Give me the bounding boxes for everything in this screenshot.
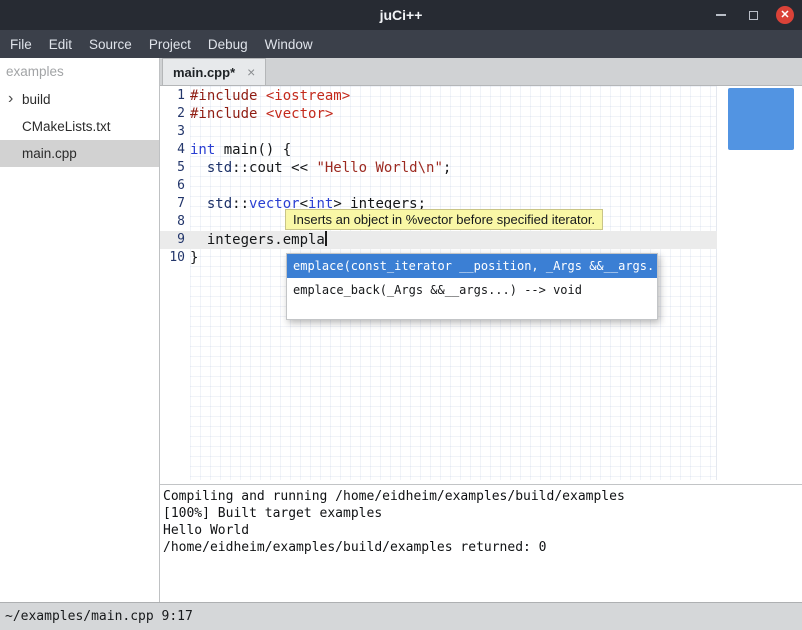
sidebar-item-build[interactable]: › build xyxy=(0,86,159,113)
code-segment: ; xyxy=(443,160,451,176)
output-line: Compiling and running /home/eidheim/exam… xyxy=(163,488,802,505)
tab-close-icon[interactable]: × xyxy=(247,64,255,80)
line-code: #include <vector> xyxy=(185,105,333,123)
menu-item-edit[interactable]: Edit xyxy=(49,37,72,52)
maximize-icon xyxy=(749,11,758,20)
menu-item-file[interactable]: File xyxy=(10,37,32,52)
file-tree: › build CMakeLists.txt main.cpp xyxy=(0,86,159,167)
code-segment xyxy=(190,160,207,176)
doc-tooltip: Inserts an object in %vector before spec… xyxy=(285,209,603,230)
line-number: 5 xyxy=(160,159,185,177)
menu-item-source[interactable]: Source xyxy=(89,37,132,52)
close-icon: ✕ xyxy=(780,7,789,24)
minimize-button[interactable] xyxy=(712,6,730,24)
code-segment: integers.empla xyxy=(190,232,325,248)
output-line: /home/eidheim/examples/build/examples re… xyxy=(163,539,802,556)
line-number: 4 xyxy=(160,141,185,159)
code-segment: ::cout << xyxy=(232,160,316,176)
line-number: 3 xyxy=(160,123,185,141)
code-segment xyxy=(257,106,265,122)
output-panel: Compiling and running /home/eidheim/exam… xyxy=(160,484,802,602)
app-window: juCi++ ✕ File Edit Source Project Debug Windo… xyxy=(0,0,802,630)
title-bar: juCi++ ✕ xyxy=(0,0,802,30)
line-code: integers.empla xyxy=(185,231,327,249)
line-code: #include <iostream> xyxy=(185,87,350,105)
window-title: juCi++ xyxy=(380,7,423,23)
autocomplete-popup: emplace(const_iterator __position, _Args… xyxy=(286,253,658,320)
line-code: } xyxy=(185,249,198,267)
code-segment: main() { xyxy=(215,142,291,158)
line-number: 1 xyxy=(160,87,185,105)
content-area: main.cpp*× 1#include <iostream>2#include… xyxy=(160,58,802,602)
line-number: 6 xyxy=(160,177,185,195)
sidebar-header: examples xyxy=(0,58,159,86)
line-code: std::cout << "Hello World\n"; xyxy=(185,159,451,177)
maximize-button[interactable] xyxy=(744,6,762,24)
line-code: int main() { xyxy=(185,141,291,159)
line-code xyxy=(185,213,190,231)
code-segment: std xyxy=(207,196,232,212)
tab-bar: main.cpp* × xyxy=(160,58,802,86)
editor-line-5[interactable]: 5 std::cout << "Hello World\n"; xyxy=(160,159,717,177)
close-button[interactable]: ✕ xyxy=(776,6,794,24)
menu-bar: File Edit Source Project Debug Window xyxy=(0,30,802,58)
editor-line-6[interactable]: 6 xyxy=(160,177,717,195)
code-segment: #include xyxy=(190,106,257,122)
file-label: CMakeLists.txt xyxy=(22,119,111,134)
autocomplete-item-1[interactable]: emplace_back(_Args &&__args...) --> void xyxy=(287,278,657,302)
editor-line-9[interactable]: 9 integers.empla xyxy=(160,231,717,249)
code-editor[interactable]: 1#include <iostream>2#include <vector>34… xyxy=(160,86,802,484)
file-explorer-sidebar: examples › build CMakeLists.txt main.cpp xyxy=(0,58,160,602)
main-area: examples › build CMakeLists.txt main.cpp ma… xyxy=(0,58,802,602)
code-segment xyxy=(190,196,207,212)
code-segment: } xyxy=(190,250,198,266)
status-text: ~/examples/main.cpp 9:17 xyxy=(5,609,193,624)
file-label: main.cpp xyxy=(22,146,77,161)
window-controls: ✕ xyxy=(712,0,794,30)
file-label: build xyxy=(22,92,51,107)
menu-item-project[interactable]: Project xyxy=(149,37,191,52)
line-number: 2 xyxy=(160,105,185,123)
code-segment: int xyxy=(190,142,215,158)
code-segment: "Hello World\n" xyxy=(316,160,442,176)
line-code xyxy=(185,123,190,141)
editor-scrollbar-thumb[interactable] xyxy=(728,88,794,150)
text-cursor xyxy=(325,231,327,246)
minimize-icon xyxy=(716,14,726,16)
code-segment: <iostream> xyxy=(266,88,350,104)
tab-main-cpp[interactable]: main.cpp* × xyxy=(162,58,266,85)
menu-item-window[interactable]: Window xyxy=(265,37,313,52)
line-number: 9 xyxy=(160,231,185,249)
menu-item-debug[interactable]: Debug xyxy=(208,37,248,52)
line-code xyxy=(185,177,190,195)
code-segment: std xyxy=(207,160,232,176)
output-line: [100%] Built target examples xyxy=(163,505,802,522)
line-number: 8 xyxy=(160,213,185,231)
output-line: Hello World xyxy=(163,522,802,539)
tab-label: main.cpp* xyxy=(173,65,235,80)
editor-line-3[interactable]: 3 xyxy=(160,123,717,141)
line-number: 7 xyxy=(160,195,185,213)
code-lines: 1#include <iostream>2#include <vector>34… xyxy=(160,87,717,267)
code-segment: #include xyxy=(190,88,257,104)
line-number: 10 xyxy=(160,249,185,267)
editor-line-2[interactable]: 2#include <vector> xyxy=(160,105,717,123)
sidebar-item-main-cpp[interactable]: main.cpp xyxy=(0,140,159,167)
sidebar-item-cmakelists-txt[interactable]: CMakeLists.txt xyxy=(0,113,159,140)
editor-line-4[interactable]: 4int main() { xyxy=(160,141,717,159)
autocomplete-item-0[interactable]: emplace(const_iterator __position, _Args… xyxy=(287,254,657,278)
status-bar: ~/examples/main.cpp 9:17 xyxy=(0,602,802,630)
chevron-right-icon: › xyxy=(8,89,13,107)
code-segment: :: xyxy=(232,196,249,212)
code-segment xyxy=(257,88,265,104)
code-segment: <vector> xyxy=(266,106,333,122)
editor-line-1[interactable]: 1#include <iostream> xyxy=(160,87,717,105)
